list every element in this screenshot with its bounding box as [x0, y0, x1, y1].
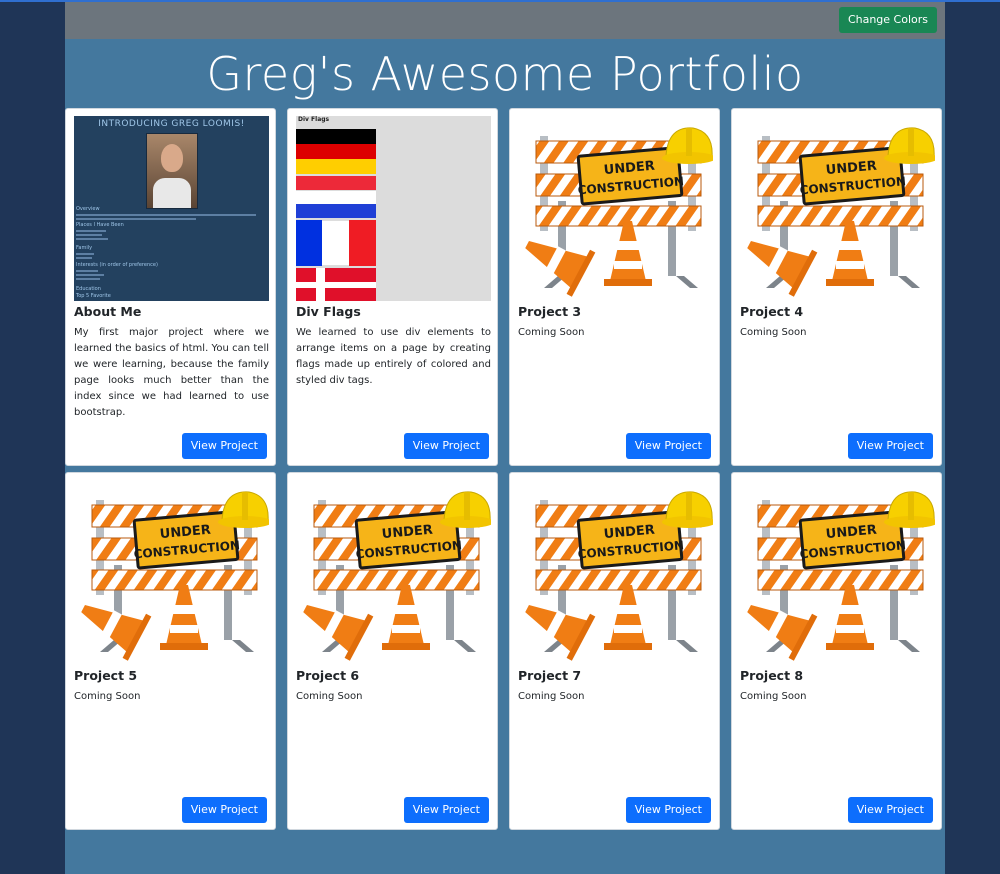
flag-stripe-white [296, 190, 376, 205]
about-thumb-line [76, 214, 256, 216]
about-thumb-section: Family [76, 245, 93, 251]
project-card-3: UNDER CONSTRUCTION Project 3 Coming Soon… [509, 108, 720, 466]
under-construction-image[interactable]: UNDER CONSTRUCTION [518, 480, 713, 665]
under-construction-illustration: UNDER CONSTRUCTION [303, 491, 491, 661]
project-card-5: UNDER CONSTRUCTION Project 5 Coming Soon… [65, 472, 276, 830]
card-title: Project 6 [296, 668, 360, 683]
under-construction-image[interactable]: UNDER CONSTRUCTION [740, 480, 935, 665]
about-thumb-section: Overview [76, 206, 100, 212]
flag-stripe-red [296, 144, 376, 159]
about-thumb-section: Top 5 Favorite [76, 293, 111, 299]
about-thumb-line [76, 274, 104, 276]
view-project-button[interactable]: View Project [181, 433, 267, 459]
top-bar: Change Colors [65, 2, 945, 39]
card-text: My first major project where we learned … [74, 327, 269, 418]
profile-shirt [153, 178, 191, 208]
div-flags-thumbnail[interactable]: Div Flags [296, 116, 491, 301]
flag-stripe-blue [296, 204, 376, 218]
flag-stripe-black [296, 129, 376, 144]
view-project-button[interactable]: View Project [403, 797, 489, 823]
profile-photo [146, 133, 198, 209]
project-card-4: UNDER CONSTRUCTION Project 4 Coming Soon… [731, 108, 942, 466]
under-construction-illustration: UNDER CONSTRUCTION [525, 491, 713, 661]
card-title: Project 3 [518, 304, 582, 319]
profile-face [161, 144, 183, 172]
under-construction-image[interactable]: UNDER CONSTRUCTION [518, 116, 713, 301]
card-title: Project 4 [740, 304, 804, 319]
view-project-button[interactable]: View Project [625, 433, 711, 459]
project-card-7: UNDER CONSTRUCTION Project 7 Coming Soon… [509, 472, 720, 830]
view-project-button[interactable]: View Project [625, 797, 711, 823]
project-card-8: UNDER CONSTRUCTION Project 8 Coming Soon… [731, 472, 942, 830]
view-project-button[interactable]: View Project [403, 433, 489, 459]
project-card-div-flags: Div Flags Div Flags We learned to use di… [287, 108, 498, 466]
card-text: Coming Soon [740, 327, 807, 338]
card-text: Coming Soon [518, 691, 585, 702]
about-thumb-section: Education [76, 286, 101, 292]
view-project-button[interactable]: View Project [847, 433, 933, 459]
card-text: Coming Soon [74, 691, 141, 702]
about-thumb-line [76, 238, 108, 240]
under-construction-illustration: UNDER CONSTRUCTION [81, 491, 269, 661]
card-title: Div Flags [296, 304, 361, 319]
flag-stripe-red [296, 176, 376, 190]
about-thumb-line [76, 253, 94, 255]
card-text: Coming Soon [296, 691, 363, 702]
card-title: Project 8 [740, 668, 804, 683]
flag-stripe-red [349, 220, 376, 266]
card-text: Coming Soon [740, 691, 807, 702]
under-construction-illustration: UNDER CONSTRUCTION [525, 127, 713, 297]
under-construction-image[interactable]: UNDER CONSTRUCTION [740, 116, 935, 301]
about-thumb-line [76, 230, 106, 232]
about-thumb-heading: INTRODUCING GREG LOOMIS! [98, 119, 245, 129]
page-container: Change Colors Greg's Awesome Portfolio I… [65, 2, 945, 874]
project-card-about-me: INTRODUCING GREG LOOMIS! Overview Places… [65, 108, 276, 466]
card-title: Project 5 [74, 668, 138, 683]
flag-stripe-gold [296, 159, 376, 174]
under-construction-image[interactable]: UNDER CONSTRUCTION [296, 480, 491, 665]
about-thumb-line [76, 278, 100, 280]
page-title: Greg's Awesome Portfolio [206, 47, 804, 101]
card-text: Coming Soon [518, 327, 585, 338]
about-thumb-line [76, 218, 196, 220]
card-title: Project 7 [518, 668, 582, 683]
denmark-cross-horizontal [296, 282, 376, 288]
card-title: About Me [74, 304, 142, 319]
view-project-button[interactable]: View Project [181, 797, 267, 823]
view-project-button[interactable]: View Project [847, 797, 933, 823]
about-thumb-section: Places I Have Been [76, 222, 124, 228]
card-text: We learned to use div elements to arrang… [296, 327, 491, 386]
about-thumb-line [76, 270, 98, 272]
under-construction-illustration: UNDER CONSTRUCTION [747, 491, 935, 661]
under-construction-image[interactable]: UNDER CONSTRUCTION [74, 480, 269, 665]
flag-stripe-white [322, 220, 349, 266]
change-colors-button[interactable]: Change Colors [838, 7, 937, 33]
project-card-6: UNDER CONSTRUCTION Project 6 Coming Soon… [287, 472, 498, 830]
about-me-thumbnail[interactable]: INTRODUCING GREG LOOMIS! Overview Places… [74, 116, 269, 301]
flag-stripe-blue [296, 220, 322, 266]
about-thumb-section: Interests (in order of preference) [76, 262, 158, 268]
under-construction-illustration: UNDER CONSTRUCTION [747, 127, 935, 297]
about-thumb-line [76, 257, 92, 259]
flags-thumb-heading: Div Flags [298, 116, 330, 123]
about-thumb-line [76, 234, 102, 236]
